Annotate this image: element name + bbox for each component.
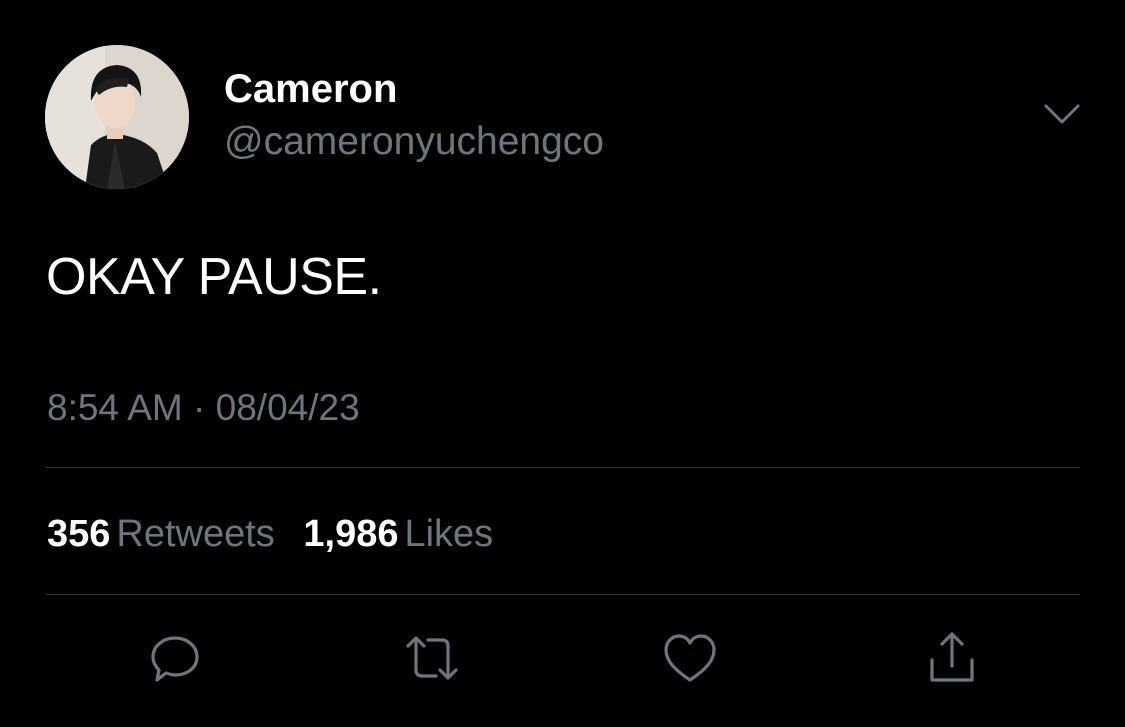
chevron-down-icon[interactable] [1040,96,1084,132]
tweet-stats: 356 Retweets 1,986 Likes [47,511,511,557]
author-handle[interactable]: @cameronyuchengco [224,120,604,164]
likes-count: 1,986 [303,513,399,555]
retweets-stat[interactable]: 356 Retweets [47,511,275,557]
like-button[interactable] [660,628,720,688]
avatar[interactable] [45,45,189,189]
tweet-timestamp[interactable]: 8:54 AM · 08/04/23 [47,386,360,430]
divider [46,594,1080,595]
avatar-photo [45,45,189,189]
reply-button[interactable] [145,628,205,688]
likes-stat[interactable]: 1,986 Likes [303,511,493,557]
tweet-text: OKAY PAUSE. [46,248,382,306]
author-display-name[interactable]: Cameron [224,66,397,112]
retweet-button[interactable] [402,628,462,688]
heart-icon [664,634,716,682]
likes-label: Likes [404,513,494,555]
tweet-detail: Cameron @cameronyuchengco OKAY PAUSE. 8:… [0,0,1125,727]
share-button[interactable] [922,628,982,688]
retweets-count: 356 [47,513,111,555]
retweet-icon [406,636,458,680]
divider [46,467,1080,468]
retweets-label: Retweets [116,513,275,555]
share-icon [930,632,974,682]
reply-icon [151,636,199,682]
